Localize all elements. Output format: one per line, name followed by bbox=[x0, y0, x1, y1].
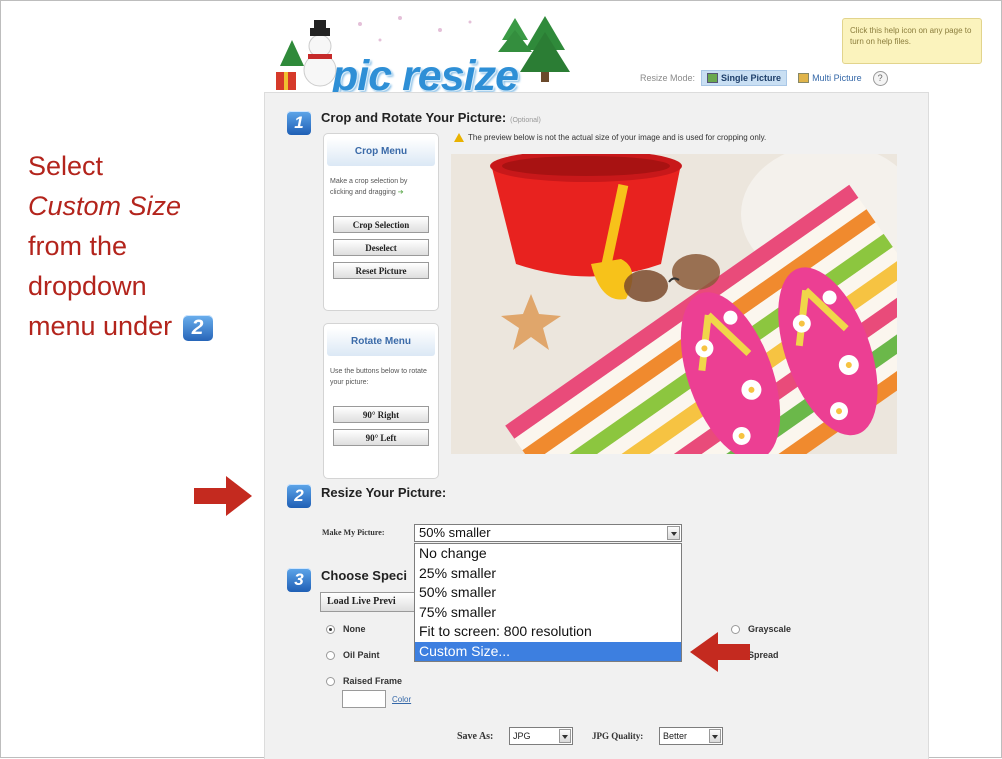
instruction-line-4: dropdown bbox=[28, 271, 147, 301]
single-picture-label: Single Picture bbox=[721, 73, 782, 83]
instruction-text: Select Custom Size from the dropdown men… bbox=[28, 146, 253, 346]
rotate-left-button[interactable]: 90° Left bbox=[333, 429, 429, 446]
crop-selection-button[interactable]: Crop Selection bbox=[333, 216, 429, 233]
crop-menu: Crop Menu Make a crop selection by click… bbox=[323, 133, 439, 311]
save-as-chevron-down-icon[interactable] bbox=[559, 729, 571, 743]
effect-none-label: None bbox=[343, 624, 366, 634]
preview-warning: The preview below is not the actual size… bbox=[454, 133, 766, 142]
multi-picture-icon bbox=[798, 73, 810, 83]
load-live-preview-button[interactable]: Load Live Previ bbox=[320, 592, 424, 612]
effect-none-option[interactable]: None bbox=[326, 624, 366, 634]
option-custom-size[interactable]: Custom Size... bbox=[415, 641, 681, 661]
instruction-line-3: from the bbox=[28, 231, 128, 261]
make-my-picture-label: Make My Picture: bbox=[322, 528, 385, 537]
custom-size-arrow-icon bbox=[690, 632, 752, 672]
frame-color-link[interactable]: Color bbox=[392, 695, 411, 704]
rotate-menu: Rotate Menu Use the buttons below to rot… bbox=[323, 323, 439, 479]
save-as-label: Save As: bbox=[457, 731, 494, 742]
step-1-title-text: Crop and Rotate Your Picture: bbox=[321, 110, 507, 125]
option-25-smaller[interactable]: 25% smaller bbox=[415, 564, 681, 584]
sparkles-icon bbox=[358, 16, 472, 42]
crop-menu-description-text: Make a crop selection by clicking and dr… bbox=[330, 178, 408, 196]
step-2-badge: 2 bbox=[287, 484, 311, 508]
effect-grayscale-label: Grayscale bbox=[748, 624, 792, 634]
effect-oil-paint-label: Oil Paint bbox=[343, 650, 380, 660]
rotate-menu-description: Use the buttons below to rotate your pic… bbox=[330, 368, 427, 386]
option-no-change[interactable]: No change bbox=[415, 544, 681, 564]
jpg-quality-select[interactable]: Better bbox=[659, 727, 723, 745]
option-50-smaller[interactable]: 50% smaller bbox=[415, 583, 681, 603]
resize-dropdown[interactable]: 50% smaller bbox=[414, 524, 682, 542]
step-1-badge: 1 bbox=[287, 111, 311, 135]
resize-dropdown-value: 50% smaller bbox=[419, 525, 491, 540]
option-75-smaller[interactable]: 75% smaller bbox=[415, 603, 681, 623]
help-tip-box: Click this help icon on any page to turn… bbox=[842, 18, 982, 64]
beach-photo-image bbox=[451, 154, 897, 454]
resize-mode-label: Resize Mode: bbox=[640, 73, 696, 83]
jpg-quality-value: Better bbox=[663, 731, 688, 741]
instruction-custom-size: Custom Size bbox=[28, 191, 182, 221]
help-icon[interactable]: ? bbox=[872, 70, 888, 86]
jpg-quality-label: JPG Quality: bbox=[592, 731, 644, 741]
effect-oil-paint-option[interactable]: Oil Paint bbox=[326, 650, 380, 660]
gift-icon bbox=[276, 72, 296, 90]
step-3-badge: 3 bbox=[287, 568, 311, 592]
effect-oil-paint-radio[interactable] bbox=[326, 650, 335, 660]
crop-menu-title: Crop Menu bbox=[327, 138, 435, 166]
multi-picture-label: Multi Picture bbox=[812, 73, 862, 83]
rotate-right-button[interactable]: 90° Right bbox=[333, 406, 429, 423]
effect-spread-label: Spread bbox=[748, 650, 779, 660]
warning-icon bbox=[454, 133, 464, 142]
step-2-title: Resize Your Picture: bbox=[321, 485, 447, 500]
option-fit-to-screen[interactable]: Fit to screen: 800 resolution bbox=[415, 622, 681, 642]
crop-menu-description: Make a crop selection by clicking and dr… bbox=[324, 170, 438, 198]
resize-mode-bar: Resize Mode: Single Picture Multi Pictur… bbox=[640, 70, 888, 86]
effect-raised-frame-radio[interactable] bbox=[326, 676, 335, 686]
multi-picture-button[interactable]: Multi Picture bbox=[793, 71, 867, 85]
instruction-line-5: menu under bbox=[28, 311, 173, 341]
effect-none-radio[interactable] bbox=[326, 624, 335, 634]
instruction-step-badge: 2 bbox=[182, 314, 213, 341]
chevron-down-icon[interactable] bbox=[667, 526, 680, 540]
single-picture-icon bbox=[707, 73, 719, 83]
resize-dropdown-list[interactable]: No change 25% smaller 50% smaller 75% sm… bbox=[414, 543, 682, 662]
picture-preview[interactable] bbox=[451, 154, 897, 454]
frame-color-input[interactable] bbox=[342, 690, 386, 708]
step-2-arrow-icon bbox=[194, 476, 254, 516]
save-as-select[interactable]: JPG bbox=[509, 727, 573, 745]
step-3-title: Choose Speci bbox=[321, 568, 407, 583]
preview-warning-text: The preview below is not the actual size… bbox=[468, 133, 767, 142]
step-1-title: Crop and Rotate Your Picture: (Optional) bbox=[321, 110, 541, 125]
save-as-value: JPG bbox=[513, 731, 531, 741]
effect-raised-frame-option[interactable]: Raised Frame bbox=[326, 676, 402, 686]
effect-raised-frame-label: Raised Frame bbox=[343, 676, 403, 686]
single-picture-button[interactable]: Single Picture bbox=[701, 70, 788, 86]
effect-spread-option[interactable]: Spread bbox=[748, 650, 779, 660]
step-1-optional: (Optional) bbox=[510, 117, 541, 124]
reset-picture-button[interactable]: Reset Picture bbox=[333, 262, 429, 279]
deselect-button[interactable]: Deselect bbox=[333, 239, 429, 256]
small-tree-icon bbox=[280, 40, 304, 66]
arrow-right-icon: ➔ bbox=[397, 189, 404, 196]
jpg-quality-chevron-down-icon[interactable] bbox=[709, 729, 721, 743]
rotate-menu-title: Rotate Menu bbox=[327, 328, 435, 356]
instruction-line-1: Select bbox=[28, 151, 104, 181]
